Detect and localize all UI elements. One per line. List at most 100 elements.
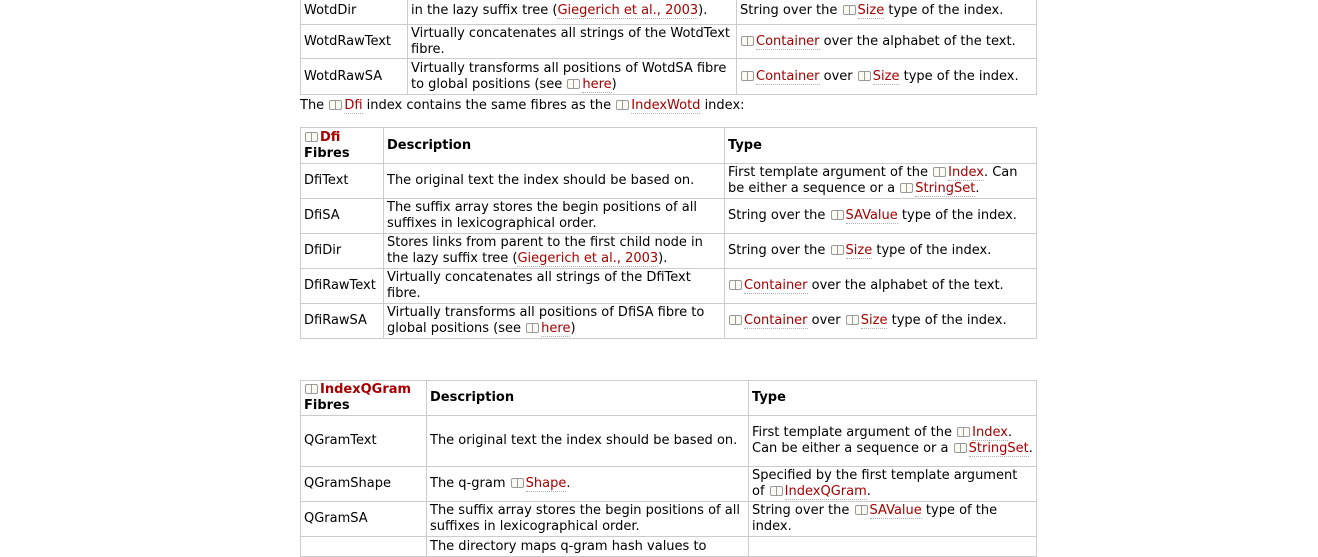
book-icon [845, 314, 859, 325]
book-icon [830, 209, 844, 220]
doc-link[interactable]: Index [948, 165, 984, 181]
text-run: type of the index. [872, 243, 992, 258]
doc-link[interactable]: Giegerich et al., 2003 [557, 2, 699, 19]
doc-link[interactable]: IndexQGram [784, 484, 867, 500]
dfi-header-row: Dfi Fibres Description Type [300, 127, 1037, 164]
text-run: ) [570, 321, 576, 336]
fibre-row: DfiRawText Virtually concatenates all str… [300, 268, 1037, 304]
fibre-row: WotdRawSA Virtually transforms all positi… [300, 58, 1037, 95]
fibre-type [748, 536, 1037, 557]
type-header: Type [748, 380, 1037, 416]
book-icon [854, 504, 868, 515]
text-run: over the alphabet of the text. [819, 33, 1016, 49]
doc-link[interactable]: Size [860, 313, 888, 329]
text-run: type of the index. [897, 208, 1017, 223]
text-run: String over the [752, 503, 854, 518]
fibre-type: String over the Size type of the index. [736, 0, 1037, 25]
book-icon [728, 279, 742, 290]
doc-link[interactable]: here [541, 321, 571, 337]
qgram-fibres-header: IndexQGram Fibres [300, 380, 427, 416]
text-run: The original text the index should be ba… [430, 433, 738, 448]
fibre-type: String over the SAValue type of the inde… [724, 198, 1037, 234]
wotd-fibres-table: WotdDir in the lazy suffix tree (Giegeric… [300, 0, 1037, 95]
qgram-header-link[interactable]: IndexQGram [320, 382, 411, 397]
book-icon [932, 166, 947, 177]
fibre-row: QGramSA The suffix array stores the begin… [300, 501, 1037, 537]
doc-link[interactable]: IndexWotd [631, 98, 701, 114]
description-header: Description [383, 127, 725, 164]
fibre-name [300, 536, 427, 557]
description-header: Description [426, 380, 749, 416]
fibres-label: Fibres [304, 145, 350, 161]
fibre-type: Container over Size type of the index. [724, 303, 1037, 339]
text-run: The q-gram [430, 476, 510, 491]
fibre-name: DfiRawText [300, 268, 384, 304]
dfi-fibres-header: Dfi Fibres [300, 127, 384, 164]
doc-link[interactable]: Size [845, 243, 873, 259]
doc-link[interactable]: Giegerich et al., 2003 [517, 251, 659, 267]
fibre-description: The original text the index should be ba… [426, 415, 749, 467]
fibre-description: The suffix array stores the begin positi… [383, 198, 725, 234]
fibre-type: Container over the alphabet of the text. [724, 268, 1037, 304]
fibre-row: QGramShape The q-gram Shape. Specified by … [300, 466, 1037, 502]
dfi-header-link[interactable]: Dfi [320, 130, 340, 145]
fibres-label: Fibres [304, 398, 350, 413]
fibre-name: DfiText [300, 163, 384, 199]
text-run: String over the [740, 2, 842, 18]
text-run: over the alphabet of the text. [807, 278, 1004, 293]
text-run: String over the [728, 243, 830, 258]
doc-link[interactable]: StringSet [915, 181, 976, 197]
doc-link[interactable]: here [582, 76, 612, 93]
doc-link[interactable]: Shape [525, 476, 567, 492]
fibre-name: DfiDir [300, 233, 384, 269]
text-run: The suffix array stores the begin positi… [430, 503, 740, 534]
book-icon [525, 322, 540, 333]
dfi-intro-text: The Dfi index contains the same fibres a… [300, 98, 745, 114]
book-icon [328, 99, 343, 110]
text-run: over [807, 313, 845, 328]
fibre-type: First template argument of the Index. Ca… [748, 415, 1037, 467]
doc-link[interactable]: Index [972, 425, 1008, 441]
doc-link[interactable]: Container [744, 278, 808, 294]
text-run: ) [611, 76, 617, 92]
book-icon [953, 442, 967, 453]
doc-link[interactable]: StringSet [968, 441, 1029, 457]
book-icon [857, 70, 871, 81]
book-icon [615, 99, 630, 110]
fibre-row: QGramText The original text the index sho… [300, 415, 1037, 467]
fibre-type: String over the SAValue type of the inde… [748, 501, 1037, 537]
doc-link[interactable]: Container [756, 33, 820, 50]
text-run: First template argument of the [728, 165, 933, 180]
fibre-name: QGramText [300, 415, 427, 467]
text-run: String over the [728, 208, 830, 223]
book-icon [304, 131, 318, 142]
text-run: over [819, 68, 857, 84]
text-run: The directory maps q-gram hash values to [430, 538, 707, 554]
qgram-fibres-table: IndexQGram Fibres Description Type QGram… [300, 380, 1037, 557]
fibre-type: First template argument of the Index. Ca… [724, 163, 1037, 199]
text-run: type of the index. [899, 68, 1019, 84]
fibre-name: DfiSA [300, 198, 384, 234]
doc-link[interactable]: SAValue [845, 208, 898, 224]
book-icon [740, 70, 754, 81]
doc-link[interactable]: Dfi [344, 98, 363, 114]
dfi-intro-paragraph: The Dfi index contains the same fibres a… [300, 98, 745, 114]
fibre-row: DfiRawSA Virtually transforms all positio… [300, 303, 1037, 339]
book-icon [740, 35, 754, 46]
dfi-fibres-table: Dfi Fibres Description Type DfiText The o… [300, 127, 1037, 339]
wotd-fibres-body: WotdDir in the lazy suffix tree (Giegeric… [300, 0, 1037, 95]
doc-link[interactable]: SAValue [869, 503, 922, 519]
text-run: in the lazy suffix tree ( [411, 2, 558, 18]
fibre-name: DfiRawSA [300, 303, 384, 339]
text-run: The [300, 98, 329, 113]
doc-link[interactable]: Container [744, 313, 808, 329]
doc-link[interactable]: Container [756, 68, 820, 85]
fibre-name: QGramSA [300, 501, 427, 537]
dfi-fibres-body: DfiText The original text the index shoul… [300, 163, 1037, 339]
doc-link[interactable]: Size [857, 2, 885, 19]
fibre-row: WotdDir in the lazy suffix tree (Giegeric… [300, 0, 1037, 25]
fibre-type: String over the Size type of the index. [724, 233, 1037, 269]
book-icon [304, 383, 318, 394]
fibre-name: WotdRawSA [300, 58, 408, 95]
doc-link[interactable]: Size [872, 68, 900, 85]
